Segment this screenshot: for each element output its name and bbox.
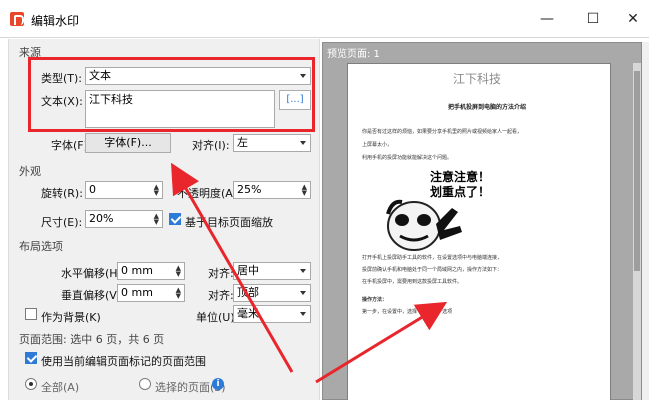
type-label: 类型(T): — [41, 72, 83, 85]
hoffset-spinbox[interactable]: 0 mm ▲ ▼ — [117, 262, 185, 280]
source-section-label: 来源 — [19, 46, 41, 59]
rotate-spinbox[interactable]: 0 ▲ ▼ — [85, 181, 163, 199]
scale-to-page-label: 基于目标页面缩放 — [185, 216, 273, 229]
align-select-value: 左 — [237, 136, 248, 149]
chevron-down-icon — [300, 74, 306, 78]
preview-page-label: 预览页面: 1 — [327, 49, 380, 60]
spin-arrows-icon: ▲ ▼ — [175, 286, 181, 300]
document-line: 打开手机上投屏助手工具的软件，在设置选项中与电脑端连接， — [362, 255, 503, 261]
chevron-down-icon — [300, 269, 306, 273]
window-right-edge — [642, 42, 649, 400]
spin-arrows-icon: ▲ ▼ — [153, 212, 159, 226]
halign-select[interactable]: 居中 — [233, 262, 311, 280]
document-line: 第一步，在设置中，选择“无线投屏”选项 — [362, 309, 453, 315]
align-select[interactable]: 左 — [233, 134, 311, 152]
halign-value: 居中 — [237, 264, 259, 277]
chevron-down-icon — [300, 141, 306, 145]
hoffset-value: 0 mm — [121, 264, 153, 277]
hoffset-label: 水平偏移(H): — [61, 267, 126, 280]
info-icon[interactable]: i — [212, 378, 224, 390]
appearance-section-label: 外观 — [19, 165, 41, 178]
rotate-value: 0 — [89, 183, 96, 196]
text-label: 文本(X): — [41, 95, 83, 108]
minimize-button[interactable]: — — [536, 8, 558, 30]
as-background-checkbox[interactable] — [25, 308, 37, 320]
document-line: 投屏前确认手机和电脑处于同一个局域网之内，操作方法如下： — [362, 267, 503, 273]
document-line: 你是否有过这样的烦恼，如果要分享手机里的照片或视频给家人一起看， — [362, 129, 523, 135]
scale-to-page-checkbox[interactable] — [169, 213, 181, 225]
close-button[interactable]: ✕ — [622, 8, 644, 30]
all-pages-label: 全部(A) — [41, 381, 80, 394]
meme-panda-image — [386, 199, 462, 251]
use-current-range-checkbox[interactable] — [25, 352, 37, 364]
spin-arrows-icon: ▲ ▼ — [301, 183, 307, 197]
spin-arrows-icon: ▲ ▼ — [175, 264, 181, 278]
opacity-value: 25% — [237, 183, 262, 196]
document-line: 在手机投屏中，需要用到这款投屏工具软件。 — [362, 279, 463, 285]
preview-page: 江下科技 把手机投屏到电脑的方法介绍 你是否有过这样的烦恼，如果要分享手机里的照… — [347, 63, 611, 400]
size-spinbox[interactable]: 20% ▲ ▼ — [85, 210, 163, 228]
valign-value: 顶部 — [237, 286, 259, 299]
text-input[interactable]: 江下科技 — [85, 90, 275, 128]
unit-value: 毫米 — [237, 307, 259, 320]
spin-arrows-icon: ▲ ▼ — [153, 183, 159, 197]
opacity-label: 不透明度(A): — [177, 187, 241, 200]
chevron-down-icon — [300, 291, 306, 295]
use-current-range-label: 使用当前编辑页面标记的页面范围 — [41, 355, 206, 368]
title-bar: 编辑水印 — ☐ ✕ — [0, 0, 649, 38]
voffset-label: 垂直偏移(V): — [61, 289, 125, 302]
document-line: 操作方法： — [362, 297, 388, 303]
all-pages-radio[interactable] — [25, 378, 37, 390]
voffset-value: 0 mm — [121, 286, 153, 299]
document-line: 上屏幕太小， — [362, 142, 393, 148]
selected-pages-radio[interactable] — [139, 378, 151, 390]
align-label: 对齐(I): — [192, 139, 230, 152]
layout-section-label: 布局选项 — [19, 240, 63, 253]
scrollbar-thumb[interactable] — [634, 71, 640, 271]
valign-label: 对齐: — [208, 289, 234, 302]
window-title: 编辑水印 — [31, 14, 80, 28]
size-value: 20% — [89, 212, 114, 225]
unit-select[interactable]: 毫米 — [233, 305, 311, 323]
document-line: 利用手机的投屏功能就能解决这个问题。 — [362, 155, 453, 161]
valign-select[interactable]: 顶部 — [233, 284, 311, 302]
insert-macro-button[interactable]: [...] — [279, 90, 311, 110]
type-select-value: 文本 — [89, 69, 111, 82]
chevron-down-icon — [300, 312, 306, 316]
maximize-button[interactable]: ☐ — [582, 8, 604, 30]
watermark-text: 江下科技 — [453, 72, 502, 86]
document-title: 把手机投屏到电脑的方法介绍 — [448, 104, 527, 111]
preview-scrollbar[interactable] — [633, 63, 641, 400]
voffset-spinbox[interactable]: 0 mm ▲ ▼ — [117, 284, 185, 302]
preview-panel: 预览页面: 1 江下科技 把手机投屏到电脑的方法介绍 你是否有过这样的烦恼，如果… — [322, 42, 642, 400]
font-button[interactable]: 字体(F)... — [85, 133, 171, 153]
settings-panel: 来源 类型(T): 文本 文本(X): 江下科技 [...] 字体(F): 字体… — [8, 39, 320, 400]
rotate-label: 旋转(R): — [41, 187, 83, 200]
unit-label: 单位(U): — [196, 311, 239, 324]
type-select[interactable]: 文本 — [85, 67, 311, 85]
as-background-label: 作为背景(K) — [41, 311, 101, 324]
size-label: 尺寸(E): — [41, 216, 83, 229]
app-logo-icon — [10, 12, 24, 26]
page-range-section-label: 页面范围: 选中 6 页，共 6 页 — [19, 333, 165, 346]
opacity-spinbox[interactable]: 25% ▲ ▼ — [233, 181, 311, 199]
halign-label: 对齐: — [208, 267, 234, 280]
